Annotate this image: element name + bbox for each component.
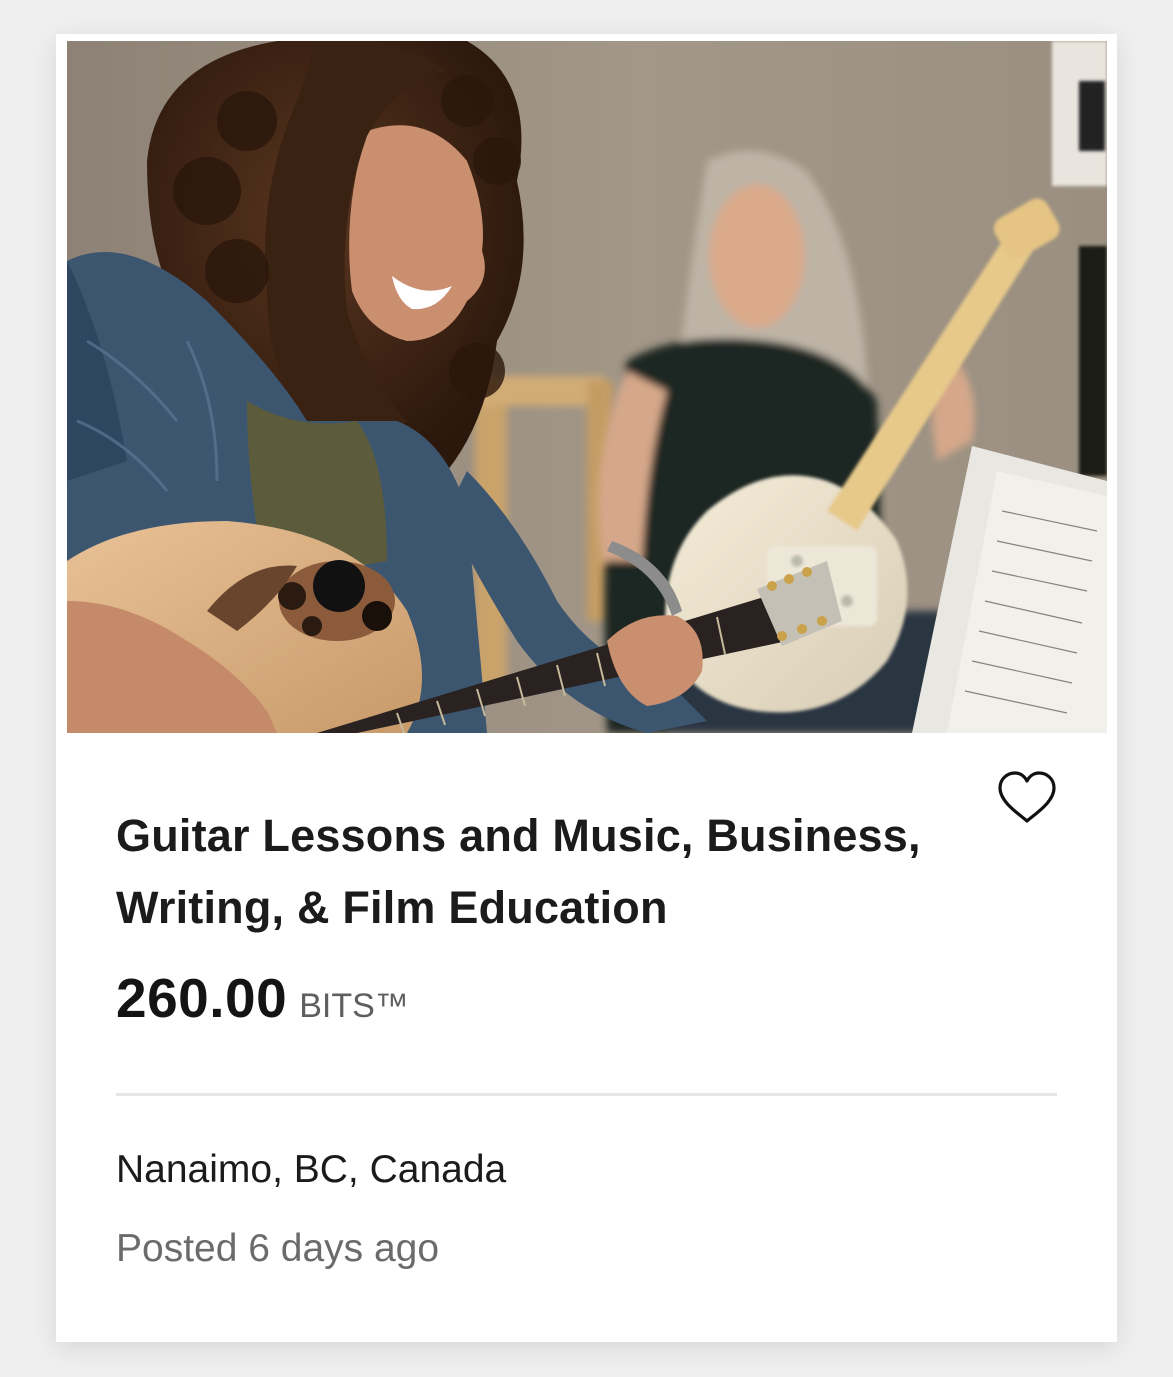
listing-card[interactable]: Guitar Lessons and Music, Business, Writ… — [56, 34, 1117, 1342]
listing-location: Nanaimo, BC, Canada — [116, 1148, 507, 1191]
price-currency: BITS™ — [299, 987, 409, 1025]
favorite-button[interactable] — [994, 768, 1060, 828]
divider — [116, 1093, 1057, 1096]
listing-title[interactable]: Guitar Lessons and Music, Business, Writ… — [116, 800, 976, 944]
heart-outline-icon — [998, 771, 1056, 823]
listing-photo-illustration — [67, 41, 1107, 733]
posted-time: Posted 6 days ago — [116, 1227, 440, 1270]
listing-photo[interactable] — [67, 41, 1107, 733]
price-value: 260.00 — [116, 967, 288, 1029]
price-row: 260.00 BITS™ — [116, 966, 409, 1030]
